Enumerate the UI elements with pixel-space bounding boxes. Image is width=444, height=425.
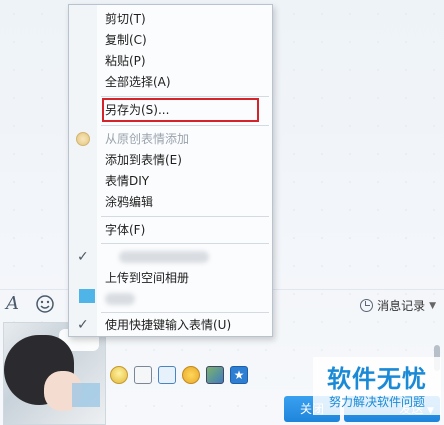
watermark: 软件无忧 努力解决软件问题 — [313, 357, 441, 415]
emoji-sticker-icon[interactable] — [182, 366, 200, 384]
message-history-label: 消息记录 — [377, 299, 426, 313]
emoji-face-icon[interactable] — [110, 366, 128, 384]
message-history-button[interactable]: 消息记录 ▼ — [360, 297, 436, 314]
menu-item-color[interactable] — [69, 289, 272, 309]
font-icon[interactable]: A — [6, 294, 26, 314]
menu-item-copy[interactable]: 复制(C) — [69, 30, 272, 50]
checkmark-icon: ✓ — [77, 249, 89, 265]
image-icon[interactable] — [206, 366, 224, 384]
document-icon[interactable] — [134, 366, 152, 384]
star-bookmark-icon[interactable]: ★ — [230, 366, 248, 384]
menu-item-font[interactable]: 字体(F) — [69, 220, 272, 240]
clock-icon — [360, 299, 374, 312]
menu-separator — [101, 125, 269, 126]
checkmark-icon: ✓ — [77, 317, 89, 333]
menu-separator — [101, 243, 269, 244]
menu-separator — [101, 216, 269, 217]
menu-separator — [101, 96, 269, 97]
emoji-face-icon — [76, 132, 90, 146]
screen-icon[interactable] — [158, 366, 176, 384]
watermark-subtitle: 努力解决软件问题 — [328, 395, 425, 409]
menu-item-label: 从原创表情添加 — [105, 132, 190, 146]
context-menu: 剪切(T) 复制(C) 粘贴(P) 全部选择(A) 另存为(S)... 从原创表… — [68, 4, 273, 337]
menu-item-add-from-original-emoji: 从原创表情添加 — [69, 129, 272, 149]
menu-item-paste[interactable]: 粘贴(P) — [69, 51, 272, 71]
color-swatch — [79, 289, 95, 303]
blurred-label — [119, 251, 209, 263]
menu-item-label: 使用快捷键输入表情(U) — [105, 318, 232, 332]
menu-item-upload-to-album[interactable]: 上传到空间相册 — [69, 268, 272, 288]
watermark-title: 软件无忧 — [327, 365, 427, 393]
chevron-down-icon: ▼ — [429, 300, 436, 311]
menu-item-shortcut-emoji[interactable]: ✓ 使用快捷键输入表情(U) — [69, 315, 272, 335]
image-thumbnail[interactable] — [3, 322, 106, 425]
menu-item-cut[interactable]: 剪切(T) — [69, 9, 272, 29]
menu-separator — [101, 312, 269, 313]
emoji-toolbar: ★ — [110, 366, 248, 384]
menu-item-emoji-diy[interactable]: 表情DIY — [69, 171, 272, 191]
menu-item-blurred[interactable]: ✓ — [69, 247, 272, 267]
menu-item-add-to-emoji[interactable]: 添加到表情(E) — [69, 150, 272, 170]
emoji-icon[interactable] — [35, 294, 55, 314]
highlight-box — [102, 98, 259, 122]
menu-item-select-all[interactable]: 全部选择(A) — [69, 72, 272, 92]
menu-item-doodle-edit[interactable]: 涂鸦编辑 — [69, 192, 272, 212]
blurred-label — [105, 293, 135, 305]
